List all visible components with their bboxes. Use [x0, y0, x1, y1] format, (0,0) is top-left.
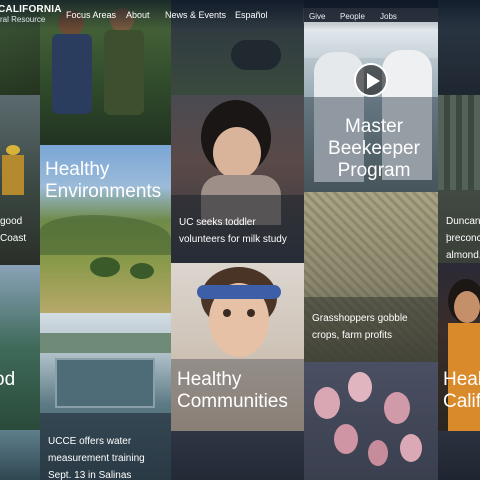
- duncan-line3: almond, p: [446, 250, 480, 261]
- logo-title[interactable]: CALIFORNIA: [0, 4, 62, 15]
- duncan-line2: preconce: [446, 233, 480, 244]
- util-people[interactable]: People: [340, 12, 365, 21]
- tile-grasshoppers[interactable]: Grasshoppers gobble crops, farm profits: [304, 192, 438, 362]
- tile-healthy-environments[interactable]: Healthy Environments: [40, 145, 171, 313]
- nav-about[interactable]: About: [126, 10, 150, 20]
- tile-succulent[interactable]: [0, 430, 40, 480]
- nav-news-events[interactable]: News & Events: [165, 10, 226, 20]
- logo-subtitle[interactable]: ral Resource: [0, 15, 45, 24]
- tile-healthy-california[interactable]: Healt Califo: [438, 263, 480, 431]
- util-give[interactable]: Give: [309, 12, 325, 21]
- food-partial-title: od: [0, 369, 16, 390]
- nav-espanol[interactable]: Español: [235, 10, 268, 20]
- play-icon: [367, 73, 380, 89]
- good-coast-line2: Coast: [0, 233, 27, 244]
- tile-ucce-water[interactable]: UCCE offers water measurement training S…: [40, 313, 171, 480]
- tile-bottom-middle[interactable]: [171, 431, 304, 480]
- grasshoppers-caption: Grasshoppers gobble crops, farm profits: [312, 313, 408, 341]
- tile-flowers[interactable]: [304, 362, 438, 480]
- tile-healthy-communities[interactable]: Healthy Communities: [171, 263, 304, 431]
- healthy-environments-title: Healthy Environments: [45, 159, 162, 202]
- tile-duncan[interactable]: Duncan ' preconce almond, p: [438, 95, 480, 263]
- tile-toddler-study[interactable]: UC seeks toddler volunteers for milk stu…: [171, 95, 304, 263]
- beekeeper-title: Master Beekeeper Program: [328, 116, 420, 181]
- healthy-communities-title: Healthy Communities: [177, 369, 288, 412]
- toddler-caption: UC seeks toddler volunteers for milk stu…: [179, 217, 287, 245]
- tile-firefighter[interactable]: good Coast: [0, 95, 40, 265]
- ucce-caption: UCCE offers water measurement training S…: [48, 436, 145, 480]
- tile-master-beekeeper[interactable]: Master Beekeeper Program: [304, 22, 438, 192]
- play-button[interactable]: [354, 63, 388, 97]
- nav-focus-areas[interactable]: Focus Areas: [66, 10, 116, 20]
- tile-food-partial[interactable]: od: [0, 265, 40, 430]
- tile-bottom-right[interactable]: [438, 431, 480, 480]
- healthy-california-title: Healt Califo: [443, 369, 480, 412]
- util-jobs[interactable]: Jobs: [380, 12, 397, 21]
- good-coast-line1: good: [0, 216, 23, 227]
